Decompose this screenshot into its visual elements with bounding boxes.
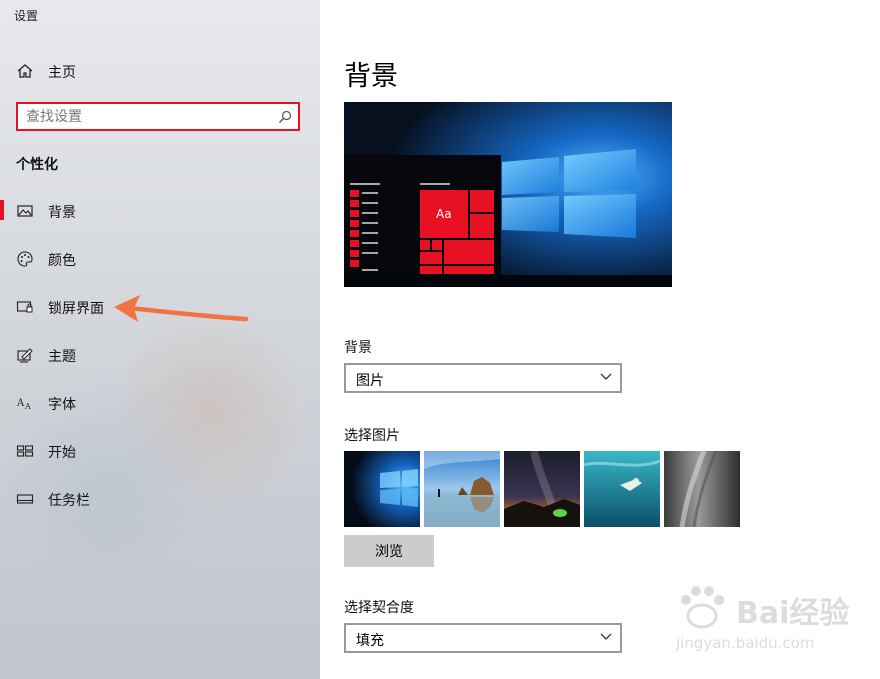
fit-label: 选择契合度 [344, 600, 414, 616]
sidebar-item-colors[interactable]: 颜色 [0, 245, 320, 273]
sidebar-item-label: 颜色 [48, 253, 76, 269]
svg-text:A: A [24, 402, 31, 411]
chevron-down-icon [600, 373, 612, 380]
search-input[interactable] [26, 108, 266, 126]
theme-brush-icon [17, 348, 33, 363]
watermark-text: Bai经验 [736, 596, 850, 631]
picture-thumbnail[interactable] [344, 451, 420, 527]
dropdown-value: 填充 [356, 633, 384, 649]
start-tiles-icon [16, 445, 34, 457]
watermark-url: jingyan.baidu.com [676, 634, 815, 652]
sidebar-item-label: 任务栏 [48, 493, 90, 509]
preview-tile-text: Aa [436, 207, 452, 221]
sidebar-item-themes[interactable]: 主题 [0, 341, 320, 369]
choose-picture-label: 选择图片 [344, 428, 400, 444]
picture-thumbnail[interactable] [504, 451, 580, 527]
chevron-down-icon [600, 633, 612, 640]
background-type-label: 背景 [344, 340, 372, 356]
sidebar-item-label: 主页 [48, 65, 76, 81]
lock-screen-icon [16, 301, 33, 313]
desktop-preview-image [344, 102, 672, 287]
picture-thumbnail[interactable] [424, 451, 500, 527]
sidebar-item-home[interactable]: 主页 [0, 58, 320, 84]
picture-thumbnail[interactable] [664, 451, 740, 527]
background-preview: Aa [344, 102, 672, 287]
section-title: 个性化 [16, 157, 58, 173]
taskbar-icon [16, 494, 34, 504]
fit-dropdown[interactable]: 填充 [344, 623, 622, 653]
search-box[interactable] [16, 102, 300, 131]
svg-text:A: A [16, 398, 25, 409]
sidebar-item-taskbar[interactable]: 任务栏 [0, 485, 320, 513]
palette-icon [17, 251, 33, 267]
sidebar-item-label: 锁屏界面 [48, 301, 104, 317]
sidebar-item-label: 开始 [48, 445, 76, 461]
sidebar-item-background[interactable]: 背景 [0, 197, 320, 225]
search-icon[interactable] [278, 110, 292, 124]
page-title: 背景 [344, 61, 398, 92]
picture-thumbnail[interactable] [584, 451, 660, 527]
main-content: 背景 Aa 背景 图片 选择图片 浏览 选择契合度 填充 Bai经验 jingy… [320, 0, 880, 679]
sidebar-item-label: 字体 [48, 397, 76, 413]
browse-button[interactable]: 浏览 [344, 535, 434, 567]
sidebar: 设置 主页 个性化 背景 颜色 [0, 0, 320, 679]
annotation-arrow-icon [114, 295, 249, 322]
paw-logo-icon [681, 586, 724, 629]
sidebar-item-fonts[interactable]: A A 字体 [0, 389, 320, 417]
baidu-watermark: Bai经验 jingyan.baidu.com [672, 582, 852, 662]
home-icon [17, 64, 33, 78]
dropdown-value: 图片 [356, 373, 384, 389]
font-icon: A A [16, 398, 31, 411]
window-title: 设置 [14, 9, 39, 23]
sidebar-item-label: 背景 [48, 205, 76, 221]
sidebar-item-start[interactable]: 开始 [0, 437, 320, 465]
sidebar-item-label: 主题 [48, 349, 76, 365]
background-type-dropdown[interactable]: 图片 [344, 363, 622, 393]
image-icon [17, 205, 33, 217]
